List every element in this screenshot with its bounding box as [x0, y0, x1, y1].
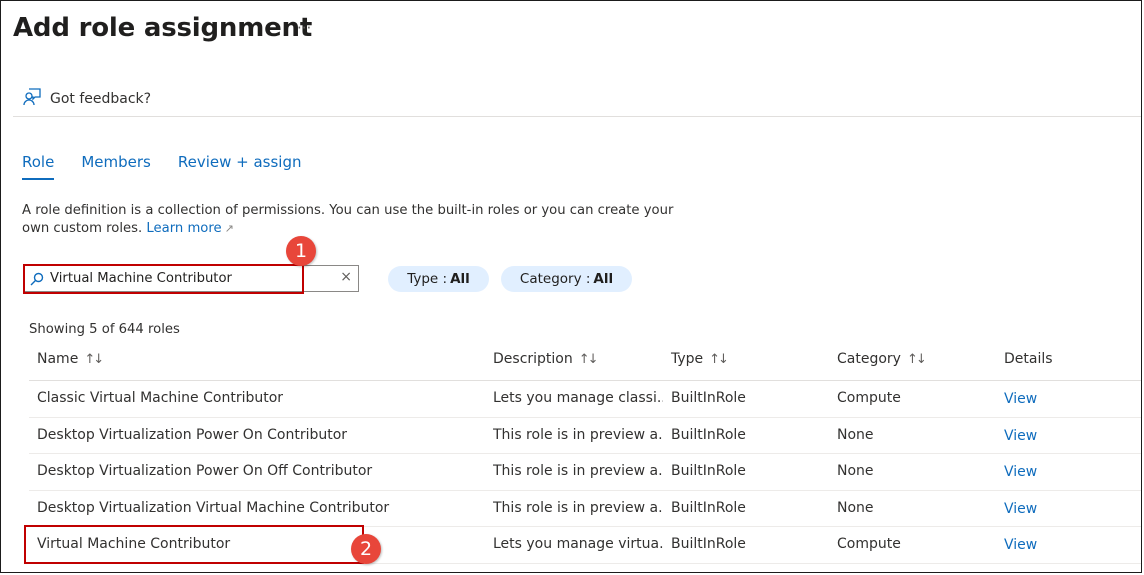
role-description-cell: Lets you manage virtua... — [493, 536, 663, 553]
table-row[interactable]: Desktop Virtualization Power On Off Cont… — [29, 454, 1141, 491]
column-header-details: Details — [1004, 351, 1053, 367]
table-header: Name ↑↓ Description ↑↓ Type ↑↓ Category ↑↓ D… — [29, 341, 1141, 381]
feedback-button[interactable]: Got feedback? — [22, 87, 151, 111]
role-name[interactable]: Virtual Machine Contributor — [37, 536, 230, 552]
type-filter-pill[interactable]: Type : All — [388, 266, 489, 292]
role-category: None — [837, 463, 874, 480]
view-details-link[interactable]: View — [1004, 428, 1037, 444]
sort-icon[interactable]: ↑↓ — [907, 352, 927, 367]
role-name[interactable]: Classic Virtual Machine Contributor — [37, 390, 283, 406]
search-input[interactable] — [50, 269, 330, 288]
role-name[interactable]: Desktop Virtualization Virtual Machine C… — [37, 500, 389, 516]
tab-members[interactable]: Members — [81, 153, 151, 180]
role-description-cell: This role is in preview a... — [493, 499, 663, 516]
role-category: None — [837, 499, 874, 516]
external-link-icon: ↗ — [224, 222, 234, 235]
role-description-cell: Lets you manage classi... — [493, 390, 663, 406]
more-options-button[interactable]: ··· — [297, 19, 311, 37]
type-filter-label: Type : — [407, 271, 448, 287]
role-type: BuiltInRole — [671, 499, 746, 516]
sort-icon[interactable]: ↑↓ — [84, 352, 104, 367]
column-header-description[interactable]: Description ↑↓ — [493, 351, 597, 367]
step-callout-1: 1 — [286, 236, 316, 266]
role-type: BuiltInRole — [671, 426, 746, 443]
sort-icon[interactable]: ↑↓ — [579, 352, 597, 367]
column-header-type[interactable]: Type ↑↓ — [671, 351, 729, 367]
type-filter-value: All — [450, 271, 470, 287]
role-description: A role definition is a collection of per… — [22, 202, 702, 238]
table-row[interactable]: Desktop Virtualization Virtual Machine C… — [29, 491, 1141, 528]
role-type: BuiltInRole — [671, 390, 746, 406]
view-details-link[interactable]: View — [1004, 391, 1037, 407]
feedback-label: Got feedback? — [50, 91, 152, 107]
role-category: Compute — [837, 390, 901, 406]
step-callout-2: 2 — [351, 534, 381, 564]
wizard-tabs: Role Members Review + assign — [22, 153, 301, 180]
page-frame: Add role assignment ··· Got feedback? Ro… — [0, 0, 1142, 573]
sort-icon[interactable]: ↑↓ — [709, 352, 729, 367]
results-count: Showing 5 of 644 roles — [29, 322, 180, 337]
clear-search-button[interactable]: × — [340, 269, 352, 285]
role-type: BuiltInRole — [671, 463, 746, 480]
learn-more-link[interactable]: Learn more ↗ — [146, 221, 233, 236]
role-search-box: × — [23, 265, 359, 292]
table-row[interactable]: Virtual Machine Contributor Lets you man… — [29, 527, 1141, 564]
view-details-link[interactable]: View — [1004, 537, 1037, 553]
role-description-cell: This role is in preview a... — [493, 426, 663, 443]
view-details-link[interactable]: View — [1004, 464, 1037, 480]
role-name[interactable]: Desktop Virtualization Power On Contribu… — [37, 427, 347, 443]
roles-table: Name ↑↓ Description ↑↓ Type ↑↓ Category ↑↓ D… — [29, 341, 1141, 564]
description-text: A role definition is a collection of per… — [22, 203, 674, 236]
column-header-category[interactable]: Category ↑↓ — [837, 351, 927, 367]
search-icon — [30, 272, 44, 286]
view-details-link[interactable]: View — [1004, 501, 1037, 517]
role-description-cell: This role is in preview a... — [493, 463, 663, 480]
category-filter-pill[interactable]: Category : All — [501, 266, 632, 292]
header-divider — [13, 116, 1141, 117]
tab-role[interactable]: Role — [22, 153, 55, 180]
page-title: Add role assignment — [13, 13, 313, 43]
column-header-name[interactable]: Name ↑↓ — [37, 351, 104, 367]
tab-review-assign[interactable]: Review + assign — [178, 153, 302, 180]
category-filter-label: Category : — [519, 271, 591, 287]
role-category: Compute — [837, 536, 901, 553]
role-name[interactable]: Desktop Virtualization Power On Off Cont… — [37, 463, 372, 479]
table-row[interactable]: Classic Virtual Machine Contributor Lets… — [29, 381, 1141, 418]
category-filter-value: All — [593, 271, 614, 287]
table-row[interactable]: Desktop Virtualization Power On Contribu… — [29, 418, 1141, 455]
feedback-person-icon — [22, 87, 42, 111]
role-category: None — [837, 426, 874, 443]
role-type: BuiltInRole — [671, 536, 746, 553]
